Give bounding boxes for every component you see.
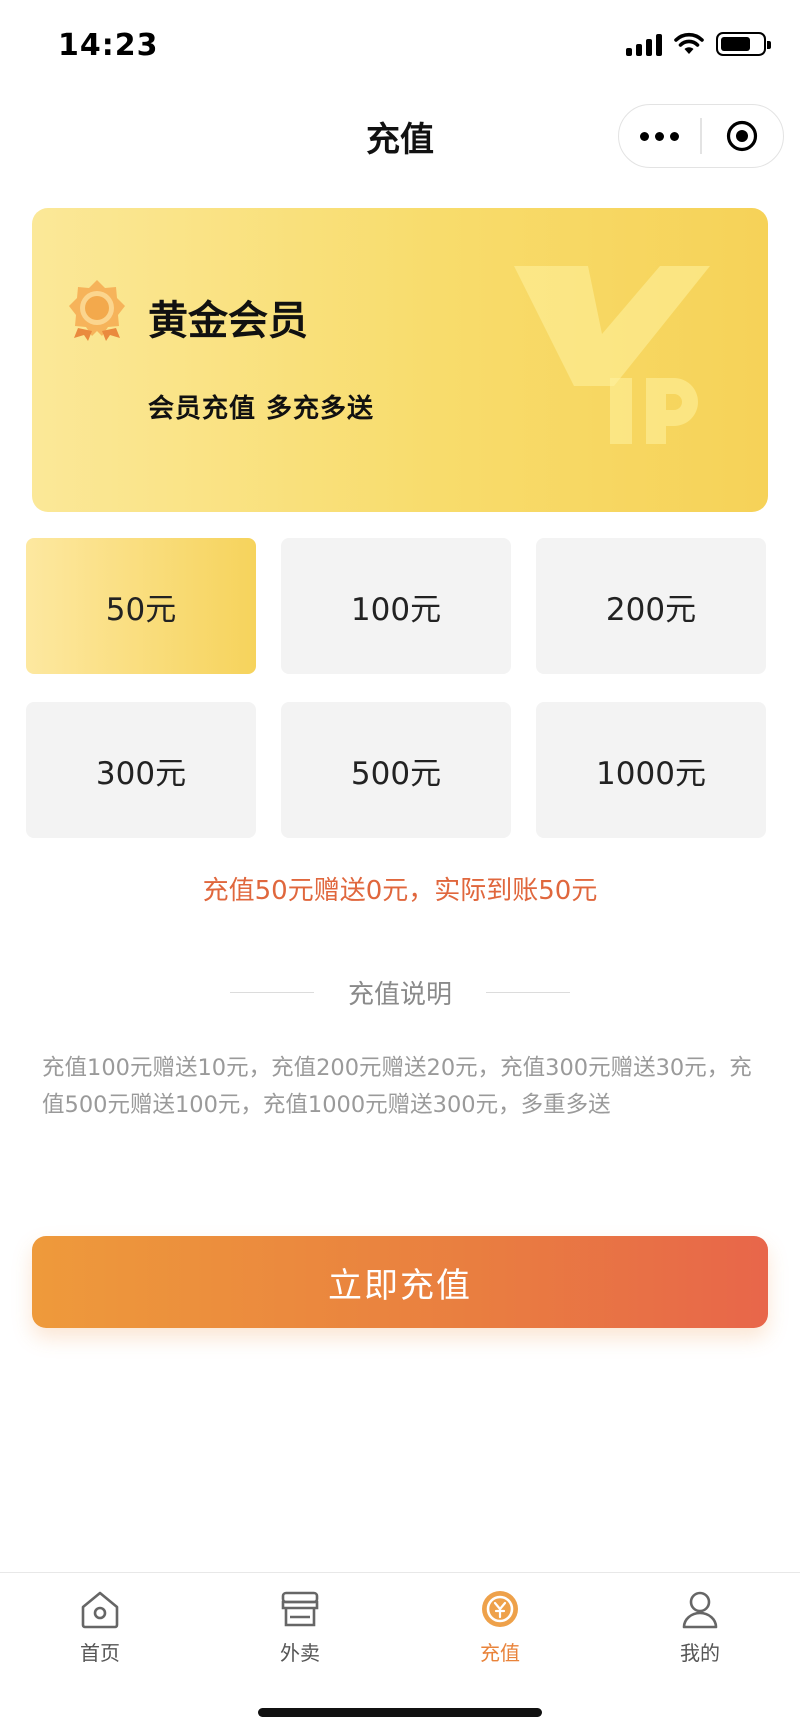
vip-card: 黄金会员 会员充值 多充多送 <box>32 208 768 512</box>
status-time: 14:23 <box>58 28 159 63</box>
tab-home-label: 首页 <box>80 1641 120 1665</box>
status-icons <box>626 32 771 56</box>
amount-option-50[interactable]: 50元 <box>26 538 256 674</box>
amount-option-300[interactable]: 300元 <box>26 702 256 838</box>
tab-mine-label: 我的 <box>680 1641 720 1665</box>
mini-program-capsule <box>618 104 784 168</box>
divider-left <box>229 991 314 994</box>
gold-medal-icon <box>64 276 130 346</box>
amount-options: 50元 100元 200元 300元 500元 1000元 <box>26 538 770 838</box>
store-icon <box>281 1591 319 1627</box>
home-icon <box>81 1591 119 1629</box>
amount-option-1000[interactable]: 1000元 <box>536 702 766 838</box>
user-icon <box>682 1591 718 1629</box>
tab-mine[interactable]: 我的 <box>600 1573 800 1731</box>
description-title: 充值说明 <box>347 980 452 1010</box>
home-indicator <box>258 1708 542 1717</box>
vip-watermark <box>514 258 710 452</box>
description-header: 充值说明 <box>0 974 800 1011</box>
recharge-now-button[interactable]: 立即充值 <box>32 1236 768 1328</box>
wifi-icon <box>674 32 704 54</box>
cellular-signal-icon <box>626 32 662 56</box>
battery-icon <box>716 32 771 56</box>
tab-recharge-label: 充值 <box>480 1641 520 1665</box>
amount-option-200[interactable]: 200元 <box>536 538 766 674</box>
close-target-icon[interactable] <box>702 119 783 153</box>
vip-subtitle: 会员充值 多充多送 <box>148 394 375 424</box>
status-bar: 14:23 <box>0 0 800 96</box>
tab-takeout-label: 外卖 <box>280 1641 320 1665</box>
recharge-coin-icon <box>482 1591 518 1627</box>
vip-title: 黄金会员 <box>148 298 308 344</box>
tab-home[interactable]: 首页 <box>0 1573 200 1731</box>
amount-option-500[interactable]: 500元 <box>281 702 511 838</box>
recharge-summary: 充值50元赠送0元，实际到账50元 <box>202 876 598 906</box>
amount-option-100[interactable]: 100元 <box>281 538 511 674</box>
divider-right <box>486 991 570 994</box>
more-icon[interactable] <box>619 131 700 141</box>
description-text: 充值100元赠送10元，充值200元赠送20元，充值300元赠送30元，充值50… <box>42 1055 752 1118</box>
